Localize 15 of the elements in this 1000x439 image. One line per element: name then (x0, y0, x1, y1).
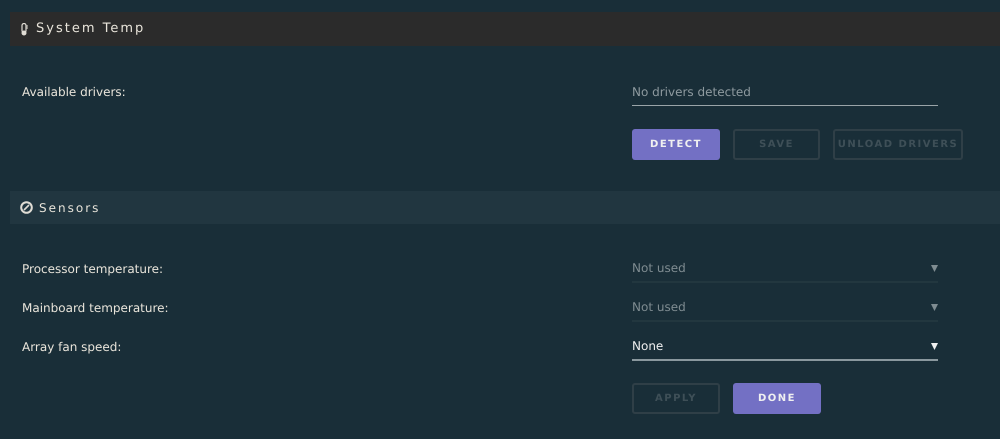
field-label: Processor temperature: (22, 261, 164, 278)
caret-icon (931, 342, 938, 350)
gauge-icon (20, 201, 33, 214)
action-button[interactable]: DONE (733, 383, 821, 414)
section-title: System Temp (36, 20, 146, 38)
thermometer-icon (20, 22, 28, 36)
section-title: Sensors (39, 200, 100, 216)
field-label: Available drivers: (22, 84, 127, 101)
field-label: Array fan speed: (22, 339, 122, 356)
drivers-field: No drivers detected (632, 78, 938, 106)
action-button[interactable]: DETECT (632, 129, 720, 160)
caret-icon (931, 304, 938, 310)
sensor-dropdown[interactable]: None (632, 333, 938, 361)
field-label: Mainboard temperature: (22, 300, 170, 317)
caret-icon (931, 264, 938, 272)
